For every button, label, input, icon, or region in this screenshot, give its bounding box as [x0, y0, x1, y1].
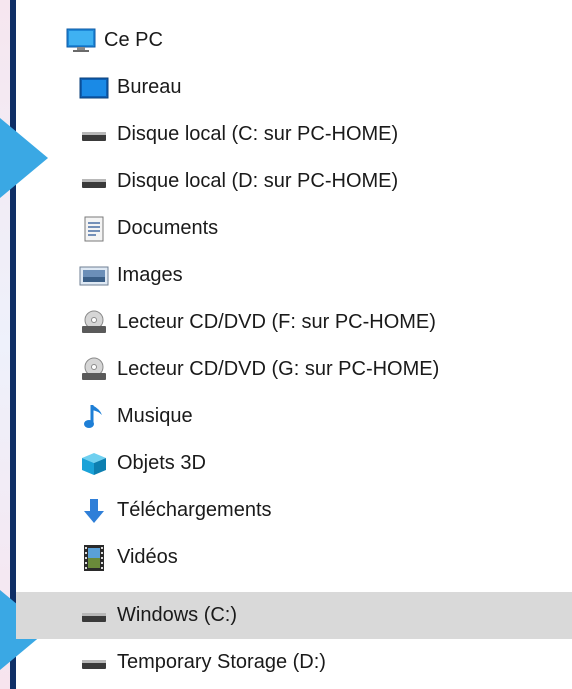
explorer-nav-pane: Ce PC Bureau Disque local (C: sur PC-HOM… [0, 0, 572, 689]
tree-item-label: Objets 3D [117, 452, 206, 474]
tree-item-music[interactable]: Musique [16, 393, 572, 440]
tree-item-videos[interactable]: Vidéos [16, 534, 572, 581]
tree-item-label: Images [117, 264, 183, 286]
drive-icon [79, 121, 109, 149]
objects-3d-icon [79, 450, 109, 478]
tree-item-label: Ce PC [104, 29, 163, 51]
drive-icon [79, 602, 109, 630]
drive-icon [79, 649, 109, 677]
tree-item-label: Documents [117, 217, 219, 239]
pictures-icon [79, 262, 109, 290]
tree-item-pictures[interactable]: Images [16, 252, 572, 299]
desktop-icon [79, 74, 109, 102]
tree-item-windows-c[interactable]: Windows (C:) [16, 592, 572, 639]
tree-item-label: Disque local (C: sur PC-HOME) [117, 123, 399, 145]
tree-item-this-pc[interactable]: Ce PC [16, 17, 572, 64]
tree-item-label: Disque local (D: sur PC-HOME) [117, 170, 399, 192]
downloads-icon [79, 497, 109, 525]
background-strip [0, 0, 10, 689]
tree-item-cd-drive-f[interactable]: Lecteur CD/DVD (F: sur PC-HOME) [16, 299, 572, 346]
videos-icon [79, 544, 109, 572]
computer-icon [66, 27, 96, 55]
music-icon [79, 403, 109, 431]
tree-item-downloads[interactable]: Téléchargements [16, 487, 572, 534]
tree-item-label: Lecteur CD/DVD (F: sur PC-HOME) [117, 311, 436, 333]
tree-item-label: Téléchargements [117, 499, 272, 521]
cd-drive-icon [79, 309, 109, 337]
drive-icon [79, 168, 109, 196]
navigation-tree: Ce PC Bureau Disque local (C: sur PC-HOM… [16, 0, 572, 689]
tree-item-label: Lecteur CD/DVD (G: sur PC-HOME) [117, 358, 440, 380]
tree-item-documents[interactable]: Documents [16, 205, 572, 252]
tree-item-label: Windows (C:) [117, 604, 238, 626]
tree-item-label: Temporary Storage (D:) [117, 651, 326, 673]
cd-drive-icon [79, 356, 109, 384]
tree-item-local-disk-c[interactable]: Disque local (C: sur PC-HOME) [16, 111, 572, 158]
tree-item-temporary-storage-d[interactable]: Temporary Storage (D:) [16, 639, 572, 686]
tree-item-label: Musique [117, 405, 193, 427]
tree-item-label: Vidéos [117, 546, 178, 568]
tree-item-local-disk-d[interactable]: Disque local (D: sur PC-HOME) [16, 158, 572, 205]
tree-item-label: Bureau [117, 76, 182, 98]
tree-item-cd-drive-g[interactable]: Lecteur CD/DVD (G: sur PC-HOME) [16, 346, 572, 393]
tree-item-3d-objects[interactable]: Objets 3D [16, 440, 572, 487]
tree-item-desktop[interactable]: Bureau [16, 64, 572, 111]
documents-icon [79, 215, 109, 243]
